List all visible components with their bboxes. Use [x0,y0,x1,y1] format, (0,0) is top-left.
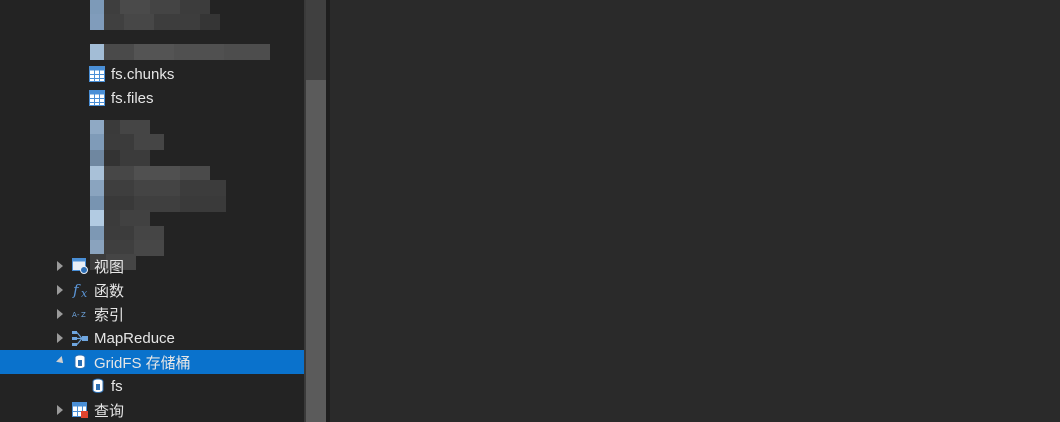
tree-group-mapreduce[interactable]: MapReduce [0,326,304,350]
expand-arrow-icon[interactable] [57,285,63,295]
obscured-tree-item [90,210,150,226]
gridfs-icon [72,354,88,370]
table-icon [89,90,105,106]
tree-group-gridfs-buckets[interactable]: GridFS 存储桶 [0,350,304,374]
tree-group-label: 查询 [94,402,125,420]
bucket-icon [90,378,106,394]
tree-item-label: fs.files [111,89,154,107]
tree-group-label: 索引 [94,306,125,324]
obscured-tree-item [90,134,164,150]
tree-item-fs-chunks[interactable]: fs.chunks [0,62,304,86]
app-window: fs.chunks fs.files 视图 f x 函数 A - Z 索引 Ma… [0,0,1060,422]
content-area [330,0,1060,422]
expand-arrow-icon[interactable] [57,309,63,319]
expand-arrow-icon[interactable] [57,405,63,415]
table-icon [89,66,105,82]
query-icon [72,402,88,418]
expand-arrow-icon[interactable] [57,261,63,271]
scrollbar-track[interactable] [306,0,326,80]
expand-arrow-icon[interactable] [57,333,63,343]
svg-text:x: x [81,287,88,299]
tree-group-queries[interactable]: 查询 [0,398,304,422]
tree-group-label: 函数 [94,282,125,300]
tree-group-indexes[interactable]: A - Z 索引 [0,302,304,326]
obscured-tree-item [90,44,270,60]
vertical-scrollbar[interactable] [304,0,326,422]
obscured-tree-item [90,14,220,30]
obscured-tree-item [90,180,226,196]
mapreduce-icon [72,330,88,346]
tree-group-label: GridFS 存储桶 [94,354,191,372]
scrollbar-thumb[interactable] [306,80,326,422]
tree-group-label: MapReduce [94,329,175,347]
view-icon [72,258,88,274]
tree-group-label: 视图 [94,258,125,276]
svg-text:Z: Z [81,311,86,319]
navigation-tree: fs.chunks fs.files 视图 f x 函数 A - Z 索引 Ma… [0,0,304,422]
svg-text:-: - [77,311,80,319]
tree-group-functions[interactable]: f x 函数 [0,278,304,302]
tree-item-fs-files[interactable]: fs.files [0,86,304,110]
collapse-arrow-icon[interactable] [56,356,66,366]
tree-item-label: fs.chunks [111,65,175,83]
function-icon: f x [72,281,92,300]
svg-text:f: f [72,281,81,299]
index-icon: A - Z [72,306,90,322]
tree-item-label: fs [111,377,123,395]
tree-group-views[interactable]: 视图 [0,254,304,278]
tree-item-bucket-fs[interactable]: fs [0,374,304,398]
obscured-tree-item [90,150,150,166]
